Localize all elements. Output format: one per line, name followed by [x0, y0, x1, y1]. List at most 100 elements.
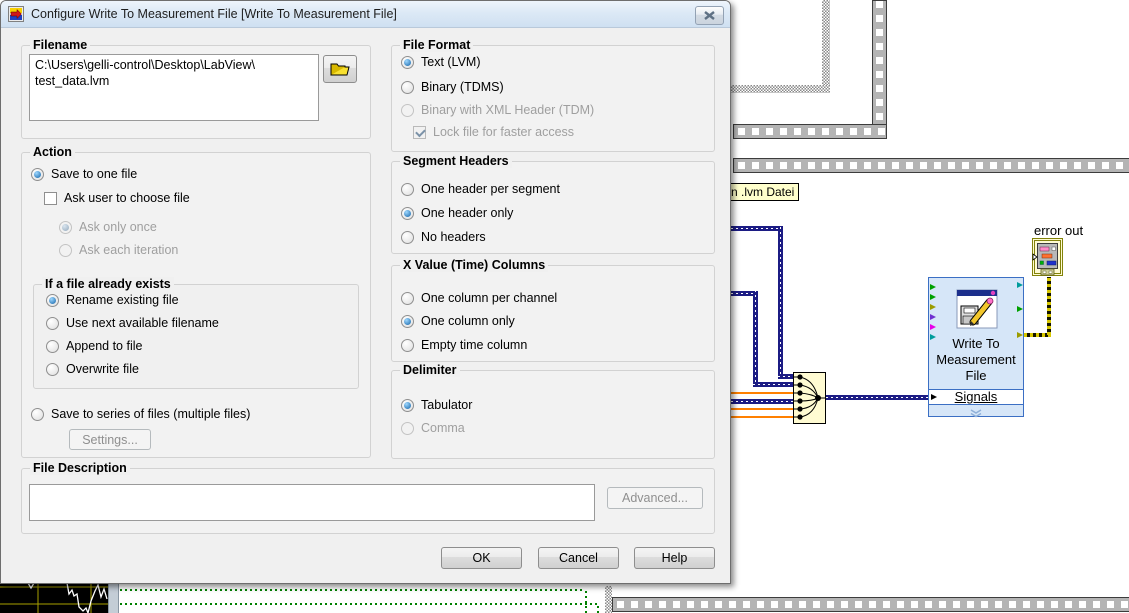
dynamic-data-wire-b-end[interactable]	[753, 382, 796, 387]
radio-one-header-only[interactable]: One header only	[401, 206, 513, 221]
analog-wire-2[interactable]	[731, 408, 795, 410]
expand-chevron-icon[interactable]	[929, 405, 1023, 418]
radio-ask-only-once: Ask only once	[59, 220, 157, 235]
radio-save-to-one-file[interactable]: Save to one file	[31, 167, 137, 182]
signals-terminal[interactable]: Signals	[928, 389, 1024, 405]
radio-icon	[46, 363, 59, 376]
radio-use-next-available-filename[interactable]: Use next available filename	[46, 316, 219, 331]
flat-sequence-border-vertical[interactable]	[872, 0, 887, 139]
radio-icon	[401, 56, 414, 69]
settings-button-label: Settings...	[82, 432, 138, 447]
terminal-green-2-icon	[930, 294, 936, 300]
radio-append-to-file[interactable]: Append to file	[46, 339, 142, 354]
radio-icon	[401, 231, 414, 244]
radio-label: Save to series of files (multiple files)	[51, 407, 251, 421]
radio-label: Tabulator	[421, 398, 473, 412]
radio-one-header-per-segment[interactable]: One header per segment	[401, 182, 560, 197]
boolean-wire-1-vertical[interactable]	[585, 589, 587, 613]
close-button[interactable]	[695, 6, 724, 25]
radio-rename-existing-file[interactable]: Rename existing file	[46, 293, 179, 308]
dynamic-data-wire-b-vertical[interactable]	[753, 291, 758, 387]
radio-one-column-per-channel[interactable]: One column per channel	[401, 291, 557, 306]
radio-label: Comma	[421, 421, 465, 435]
radio-save-to-series-of-files[interactable]: Save to series of files (multiple files)	[31, 407, 250, 422]
radio-label: Save to one file	[51, 167, 138, 181]
error-wire-vertical[interactable]	[1047, 277, 1051, 335]
signals-terminal-label: Signals	[954, 389, 998, 404]
terminal-magenta-icon	[930, 324, 936, 330]
cancel-button-label: Cancel	[559, 551, 598, 565]
while-loop-border-bottom-fragment[interactable]	[605, 586, 612, 613]
scrollbar-fragment[interactable]	[108, 583, 119, 613]
filename-input[interactable]: C:\Users\gelli-control\Desktop\LabView\ …	[29, 54, 319, 121]
radio-icon	[401, 292, 414, 305]
dynamic-data-wire-a[interactable]	[731, 226, 783, 231]
labview-vi-icon	[8, 6, 24, 22]
radio-tabulator[interactable]: Tabulator	[401, 398, 472, 413]
help-button-label: Help	[661, 551, 688, 565]
file-exists-group-label: If a file already exists	[42, 277, 174, 291]
radio-icon	[401, 183, 414, 196]
file-description-input[interactable]	[29, 484, 595, 521]
analog-wire-1[interactable]	[731, 392, 795, 394]
dialog-titlebar[interactable]: Configure Write To Measurement File [Wri…	[1, 1, 730, 28]
terminal-error-out-icon	[1017, 332, 1023, 338]
while-loop-border-vertical[interactable]	[822, 0, 830, 92]
ok-button-label: OK	[472, 551, 491, 565]
free-label[interactable]: n .lvm Datei	[726, 183, 800, 201]
advanced-button-label: Advanced...	[621, 491, 688, 505]
ok-button[interactable]: OK	[441, 547, 522, 569]
radio-label: Binary (TDMS)	[421, 80, 504, 94]
cancel-button[interactable]: Cancel	[538, 547, 619, 569]
radio-empty-time-column[interactable]: Empty time column	[401, 338, 527, 353]
radio-icon	[46, 317, 59, 330]
help-button[interactable]: Help	[634, 547, 715, 569]
radio-no-headers[interactable]: No headers	[401, 230, 486, 245]
merge-signals-node[interactable]	[793, 372, 826, 424]
flat-sequence-border-bottom[interactable]	[612, 597, 1129, 612]
radio-icon	[46, 340, 59, 353]
boolean-wire-1[interactable]	[120, 589, 585, 591]
dynamic-data-wire-merged[interactable]	[826, 395, 928, 400]
radio-binary-tdms[interactable]: Binary (TDMS)	[401, 80, 504, 95]
waveform-chart-fragment	[0, 583, 108, 613]
flat-sequence-border-top[interactable]	[733, 124, 887, 139]
radio-icon	[401, 422, 414, 435]
radio-text-lvm[interactable]: Text (LVM)	[401, 55, 481, 70]
while-loop-border-horizontal[interactable]	[731, 85, 830, 93]
radio-one-column-only[interactable]: One column only	[401, 314, 515, 329]
analog-wire-3[interactable]	[731, 416, 795, 418]
radio-label: Empty time column	[421, 338, 528, 352]
terminal-green-1-icon	[930, 284, 936, 290]
checkbox-ask-user-to-choose-file[interactable]: Ask user to choose file	[44, 191, 190, 206]
radio-label: Binary with XML Header (TDM)	[421, 103, 595, 117]
free-label-text: n .lvm Datei	[731, 185, 795, 199]
dynamic-data-wire-c[interactable]	[731, 399, 795, 404]
radio-icon	[46, 294, 59, 307]
browse-button[interactable]	[323, 55, 357, 83]
file-format-group-label: File Format	[400, 38, 474, 52]
radio-label: Append to file	[66, 339, 143, 353]
file-description-group-label: File Description	[30, 461, 130, 475]
error-out-label-text: error out	[1034, 223, 1084, 238]
radio-comma: Comma	[401, 421, 465, 436]
error-out-indicator[interactable]	[1032, 238, 1063, 278]
radio-icon	[31, 408, 44, 421]
radio-icon	[401, 339, 414, 352]
radio-icon	[401, 399, 414, 412]
x-value-columns-group-label: X Value (Time) Columns	[400, 258, 549, 272]
error-out-label[interactable]: error out	[1034, 223, 1084, 238]
flat-sequence-border-middle[interactable]	[733, 158, 1129, 173]
radio-overwrite-file[interactable]: Overwrite file	[46, 362, 139, 377]
boolean-wire-2-vertical[interactable]	[597, 603, 599, 613]
terminal-purple-icon	[930, 314, 936, 320]
radio-label: Ask each iteration	[79, 243, 179, 257]
radio-icon	[31, 168, 44, 181]
express-vi-write-to-measurement-file[interactable]: Write To Measurement File Signals	[928, 277, 1024, 418]
boolean-wire-2[interactable]	[120, 603, 597, 605]
radio-icon	[59, 244, 72, 257]
radio-ask-each-iteration: Ask each iteration	[59, 243, 178, 258]
terminal-olive-icon	[930, 304, 936, 310]
radio-label: Ask only once	[79, 220, 157, 234]
dynamic-data-wire-a-vertical[interactable]	[778, 226, 783, 379]
